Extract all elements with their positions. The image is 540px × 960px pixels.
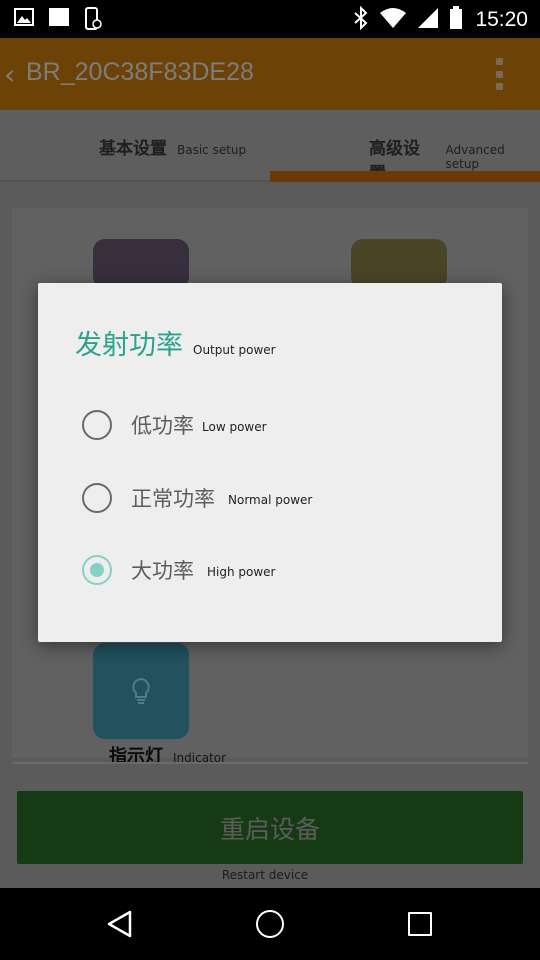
dialog-title-en: Output power	[193, 343, 276, 357]
dialog-title-zh: 发射功率	[75, 330, 183, 361]
output-power-dialog: 发射功率 Output power 低功率 Low power 正常功率 Nor…	[38, 283, 502, 642]
back-icon[interactable]: ‹	[4, 58, 15, 91]
tab-label-zh: 基本设置	[99, 139, 167, 159]
signal-icon	[417, 7, 439, 33]
app-title: BR_20C38F83DE28	[26, 58, 254, 86]
nav-home-icon[interactable]	[256, 910, 284, 938]
clock: 15:20	[475, 8, 528, 31]
option-normal-power[interactable]: 正常功率 Normal power	[82, 478, 312, 518]
tab-indicator	[270, 171, 540, 182]
option-label-zh: 大功率	[131, 559, 194, 583]
restart-button-subtitle: Restart device	[221, 868, 309, 882]
option-low-power[interactable]: 低功率 Low power	[82, 405, 267, 445]
wifi-icon	[379, 7, 407, 33]
radio-button[interactable]	[82, 483, 112, 513]
overflow-menu-icon[interactable]	[496, 58, 504, 90]
phone-security-icon	[84, 7, 102, 35]
radio-button[interactable]	[82, 410, 112, 440]
option-label-en: Low power	[202, 420, 267, 434]
indicator-label: 指示灯 Indicator	[109, 742, 226, 768]
restart-button-label: 重启设备	[219, 814, 320, 844]
restart-device-button[interactable]: 重启设备	[17, 791, 523, 864]
option-label-en: Normal power	[228, 493, 313, 507]
nav-recents-icon[interactable]	[408, 912, 432, 936]
dialog-title: 发射功率 Output power	[75, 323, 276, 362]
battery-icon	[449, 6, 463, 34]
radio-button-checked[interactable]	[82, 555, 112, 585]
indicator-label-zh: 指示灯	[109, 746, 163, 767]
app-bar: ‹ BR_20C38F83DE28	[0, 38, 540, 110]
bluetooth-icon	[353, 5, 369, 34]
divider	[12, 762, 528, 764]
setting-tile-settings[interactable]	[351, 239, 447, 289]
tab-label-en: Advanced setup	[445, 143, 505, 171]
option-label-en: High power	[207, 565, 276, 579]
navigation-bar	[0, 888, 540, 960]
tab-label-en: Basic setup	[177, 143, 247, 157]
option-label-zh: 低功率	[131, 414, 194, 438]
setting-tile-power[interactable]	[93, 239, 189, 289]
indicator-tile[interactable]	[93, 643, 189, 739]
lightbulb-icon	[132, 677, 150, 704]
nav-back-icon[interactable]	[107, 910, 133, 942]
square-icon	[48, 7, 70, 35]
option-label-zh: 正常功率	[131, 487, 215, 511]
tab-basic-setup[interactable]: 基本设置 Basic setup	[99, 134, 246, 159]
option-high-power[interactable]: 大功率 High power	[82, 550, 275, 590]
status-bar: 15:20	[0, 0, 540, 38]
image-icon	[14, 7, 34, 35]
